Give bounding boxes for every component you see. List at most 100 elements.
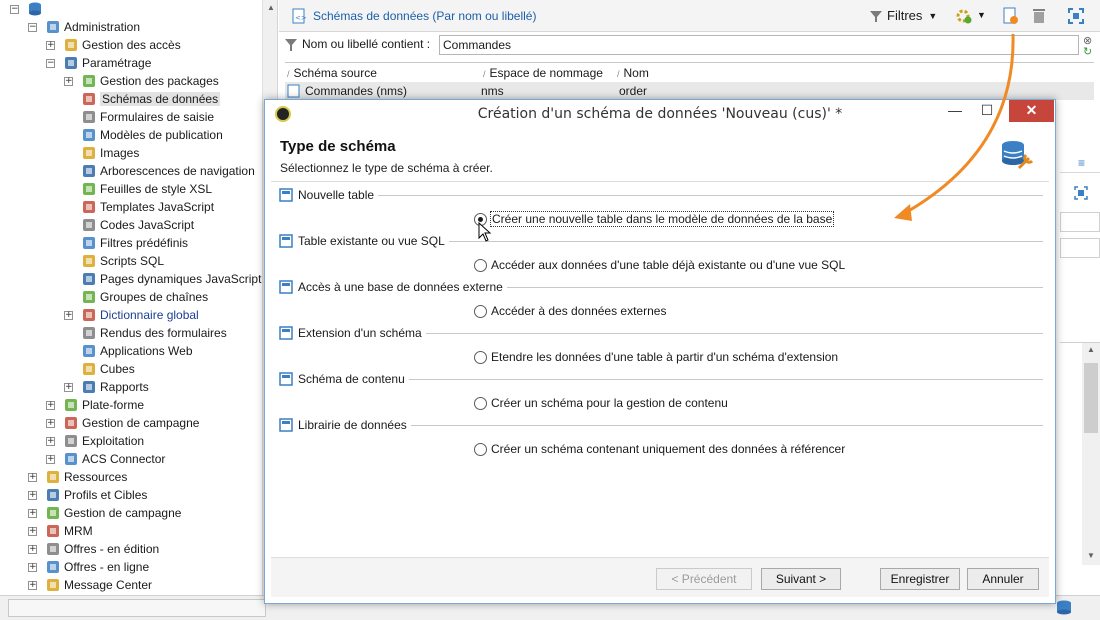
tree-item[interactable]: + Gestion des accès [46, 36, 181, 54]
tree-root[interactable]: − [10, 0, 46, 18]
collapse-toggle[interactable]: − [10, 4, 19, 14]
expand-toggle[interactable]: + [28, 580, 37, 590]
chevron-down-icon[interactable]: ▼ [977, 10, 986, 20]
menu-icon[interactable]: ≡ [1078, 156, 1085, 170]
tree-item[interactable]: Feuilles de style XSL [64, 180, 212, 198]
schema-type-option[interactable]: Créer un schéma contenant uniquement des… [474, 440, 845, 458]
expand-toggle[interactable]: + [28, 526, 37, 536]
tree-item[interactable]: + Gestion des packages [64, 72, 219, 90]
tree-item[interactable]: + Offres - en ligne [28, 558, 149, 576]
previous-button[interactable]: < Précédent [656, 568, 752, 590]
tree-item[interactable]: + Ressources [28, 468, 127, 486]
radio-button[interactable] [474, 350, 487, 364]
filter-input[interactable]: Commandes [439, 35, 1079, 55]
panel-title[interactable]: Schémas de données (Par nom ou libellé) [313, 9, 536, 23]
expand-toggle[interactable]: + [46, 454, 55, 464]
tree-item[interactable]: Rendus des formulaires [64, 324, 227, 342]
tree-item[interactable]: Scripts SQL [64, 252, 164, 270]
tree-item[interactable]: + Message Center [28, 576, 152, 594]
database-wrench-icon [999, 138, 1034, 172]
tree-item-label: Scripts SQL [100, 254, 165, 268]
collapse-toggle[interactable]: − [46, 58, 55, 68]
expand-toggle[interactable]: + [46, 436, 55, 446]
collapse-toggle[interactable]: − [28, 22, 37, 32]
schema-type-option[interactable]: Accéder aux données d'une table déjà exi… [474, 256, 845, 274]
tree-item[interactable]: + Rapports [64, 378, 149, 396]
column-header-source[interactable]: / Schéma source [287, 66, 377, 80]
tree-item[interactable]: Images [64, 144, 139, 162]
fullscreen-icon[interactable] [1067, 7, 1085, 25]
tree-item[interactable]: Filtres prédéfinis [64, 234, 188, 252]
tree-item[interactable]: Modèles de publication [64, 126, 223, 144]
group-title-label: Accès à une base de données externe [298, 280, 503, 294]
tree-item[interactable]: Cubes [64, 360, 135, 378]
tree-item[interactable]: + ACS Connector [46, 450, 165, 468]
tree-item[interactable]: + Gestion de campagne [28, 504, 181, 522]
tree-item[interactable]: − Paramétrage [46, 54, 151, 72]
fullscreen-icon[interactable] [1074, 186, 1088, 200]
tree-item[interactable]: + Plate-forme [46, 396, 144, 414]
schema-type-option[interactable]: Créer une nouvelle table dans le modèle … [474, 210, 835, 228]
expand-toggle[interactable]: + [64, 76, 73, 86]
filters-dropdown[interactable]: Filtres ▼ [869, 8, 937, 23]
tree-item[interactable]: Templates JavaScript [64, 198, 214, 216]
status-cell [8, 599, 266, 617]
tree-item-label: Feuilles de style XSL [100, 182, 213, 196]
mouse-cursor-icon [478, 222, 492, 242]
expand-toggle[interactable]: + [46, 40, 55, 50]
scrollbar[interactable]: ▲ ▼ [1082, 343, 1100, 565]
cancel-button[interactable]: Annuler [967, 568, 1039, 590]
gear-add-icon[interactable] [955, 7, 973, 25]
expand-toggle[interactable]: + [64, 382, 73, 392]
tree-item[interactable]: Applications Web [64, 342, 193, 360]
expand-toggle[interactable]: + [28, 544, 37, 554]
tree-item[interactable]: + Gestion de campagne [46, 414, 199, 432]
mrm-icon [45, 523, 61, 539]
close-button[interactable]: ✕ [1009, 100, 1054, 122]
tree-item-label: Plate-forme [82, 398, 145, 412]
option-label: Créer une nouvelle table dans le modèle … [489, 211, 835, 227]
database-status-icon [1054, 599, 1074, 617]
expand-toggle[interactable]: + [64, 310, 73, 320]
table-row[interactable]: Commandes (nms) nms order [285, 82, 1094, 100]
tree-item[interactable]: − Administration [28, 18, 140, 36]
tree-item[interactable]: Groupes de chaînes [64, 288, 208, 306]
new-schema-icon[interactable] [1001, 7, 1019, 25]
image-icon [81, 145, 97, 161]
radio-button[interactable] [474, 396, 487, 410]
column-header-name[interactable]: / Nom [617, 66, 649, 80]
expand-toggle[interactable]: + [28, 490, 37, 500]
expand-toggle[interactable]: + [28, 472, 37, 482]
schema-type-option[interactable]: Etendre les données d'une table à partir… [474, 348, 838, 366]
radio-button[interactable] [474, 258, 487, 272]
expand-toggle[interactable]: + [28, 508, 37, 518]
scroll-up-icon[interactable]: ▲ [267, 3, 275, 12]
tree-item[interactable]: + Exploitation [46, 432, 144, 450]
panel-header: <> Schémas de données (Par nom ou libell… [279, 0, 1100, 32]
schema-type-option[interactable]: Créer un schéma pour la gestion de conte… [474, 394, 728, 412]
save-button[interactable]: Enregistrer [880, 568, 960, 590]
tree-item[interactable]: Codes JavaScript [64, 216, 194, 234]
tree-item[interactable]: + Dictionnaire global [64, 306, 199, 324]
expand-toggle[interactable]: + [46, 418, 55, 428]
trash-icon[interactable] [1030, 7, 1048, 25]
dialog-titlebar[interactable]: Création d'un schéma de données 'Nouveau… [265, 100, 1055, 128]
schema-type-option[interactable]: Accéder à des données externes [474, 302, 666, 320]
tree-item[interactable]: + Profils et Cibles [28, 486, 147, 504]
column-header-namespace[interactable]: / Espace de nommage [483, 66, 603, 80]
expand-toggle[interactable]: + [28, 562, 37, 572]
tree-item[interactable]: + Offres - en édition [28, 540, 159, 558]
tree-item[interactable]: Arborescences de navigation [64, 162, 255, 180]
tree-item[interactable]: Schémas de données [64, 90, 221, 108]
next-button[interactable]: Suivant > [761, 568, 841, 590]
tree-item[interactable]: + MRM [28, 522, 93, 540]
refresh-icon[interactable]: ↻ [1083, 45, 1092, 58]
expand-toggle[interactable]: + [46, 400, 55, 410]
minimize-button[interactable]: — [945, 100, 965, 122]
radio-button[interactable] [474, 304, 487, 318]
tree-item[interactable]: Pages dynamiques JavaScript [64, 270, 261, 288]
tree-item[interactable]: Formulaires de saisie [64, 108, 214, 126]
radio-button[interactable] [474, 442, 487, 456]
dialog-header: Type de schéma Sélectionnez le type de s… [271, 128, 1049, 182]
maximize-button[interactable]: ☐ [977, 100, 997, 122]
